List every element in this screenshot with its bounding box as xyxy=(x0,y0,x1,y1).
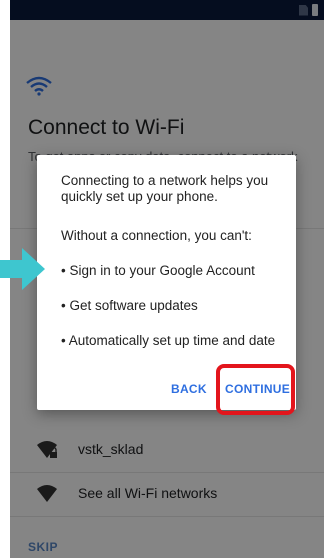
pointer-arrow-icon xyxy=(0,248,45,290)
back-button[interactable]: BACK xyxy=(171,382,207,396)
dialog-bullet: • Sign in to your Google Account xyxy=(61,263,255,278)
phone-screen: Connect to Wi-Fi To get apps or copy dat… xyxy=(10,0,324,558)
dialog-bullet: • Get software updates xyxy=(61,298,198,313)
continue-highlight-box xyxy=(216,364,295,415)
dialog-bullet: • Automatically set up time and date xyxy=(61,333,276,348)
dialog-subheading: Without a connection, you can't: xyxy=(61,228,252,243)
dialog-message: Connecting to a network helps you quickl… xyxy=(61,173,269,204)
